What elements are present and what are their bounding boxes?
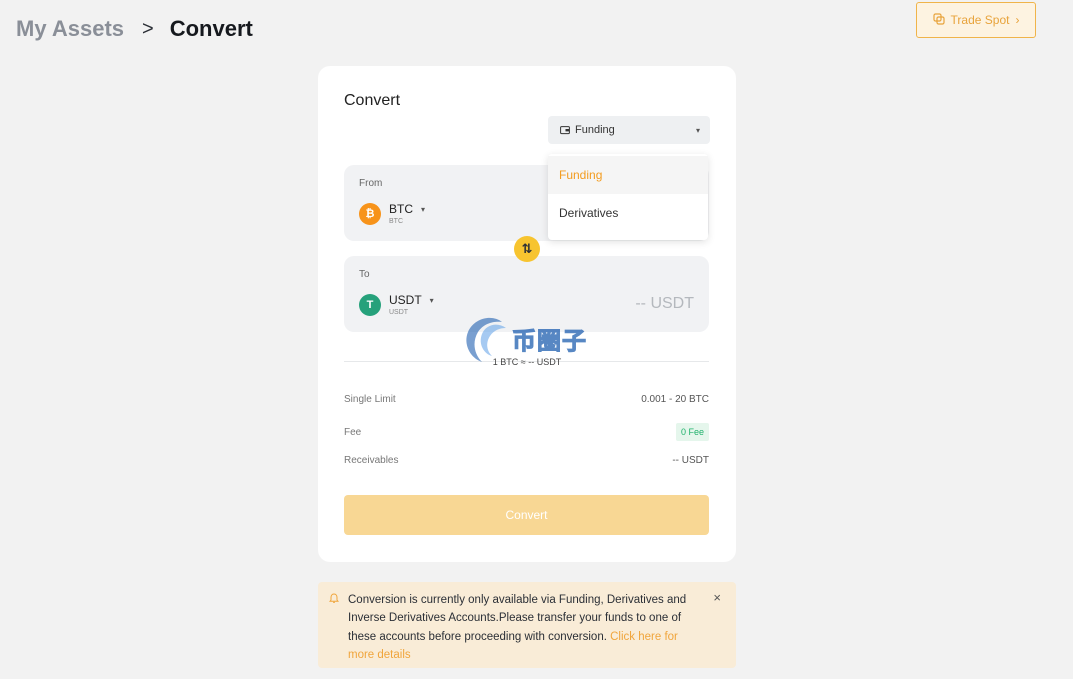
detail-label: Fee [344,426,362,438]
detail-value: 0.001 - 20 BTC [641,394,709,405]
convert-card: Convert Funding ▾ Funding Derivatives Fr… [318,66,736,562]
bell-icon [328,593,340,607]
notice-text: Conversion is currently only available v… [348,591,693,664]
account-select-value: Funding [575,124,615,136]
from-label: From [359,178,383,189]
breadcrumb-my-assets[interactable]: My Assets [16,16,124,42]
detail-label: Receivables [344,455,399,466]
swap-icon [932,12,945,28]
detail-row-single-limit: Single Limit 0.001 - 20 BTC [344,394,709,405]
close-icon[interactable]: × [713,590,721,605]
to-amount: -- USDT [635,295,694,312]
from-coin-selector[interactable]: ₿ BTC BTC ▾ [359,203,425,225]
page-title: Convert [169,16,253,41]
usdt-icon: T [359,294,381,316]
dropdown-option-derivatives[interactable]: Derivatives [548,194,708,232]
detail-row-receivables: Receivables -- USDT [344,455,709,466]
to-panel: To T USDT USDT ▾ -- USDT [344,256,709,332]
to-label: To [359,269,370,280]
chevron-down-icon: ▾ [695,125,700,135]
swap-direction-button[interactable]: ⇅ [514,236,540,262]
btc-icon: ₿ [359,203,381,225]
notice-banner: Conversion is currently only available v… [318,582,736,668]
trade-spot-button[interactable]: Trade Spot › [916,2,1036,38]
account-select[interactable]: Funding ▾ [548,116,710,144]
from-coin-subtitle: BTC [389,218,403,225]
chevron-down-icon: ▾ [429,295,434,305]
detail-value: -- USDT [672,455,709,466]
to-coin-selector[interactable]: T USDT USDT ▾ [359,294,434,316]
exchange-rate: 1 BTC ≈ -- USDT [492,357,562,367]
breadcrumb-separator: > [142,17,154,40]
from-coin-symbol: BTC [389,202,413,216]
chevron-right-icon: › [1015,13,1020,27]
detail-row-fee: Fee 0 Fee [344,423,709,441]
fee-badge: 0 Fee [675,423,709,441]
wallet-icon [560,125,570,135]
account-dropdown: Funding Derivatives [548,154,708,240]
detail-label: Single Limit [344,394,396,405]
trade-spot-label: Trade Spot [950,13,1010,27]
breadcrumb: My Assets > Convert [16,16,253,42]
card-title: Convert [344,92,401,109]
to-coin-symbol: USDT [389,293,422,307]
chevron-down-icon: ▾ [421,204,426,214]
convert-button[interactable]: Convert [344,495,709,535]
to-coin-subtitle: USDT [389,309,409,316]
dropdown-option-funding[interactable]: Funding [548,156,708,194]
